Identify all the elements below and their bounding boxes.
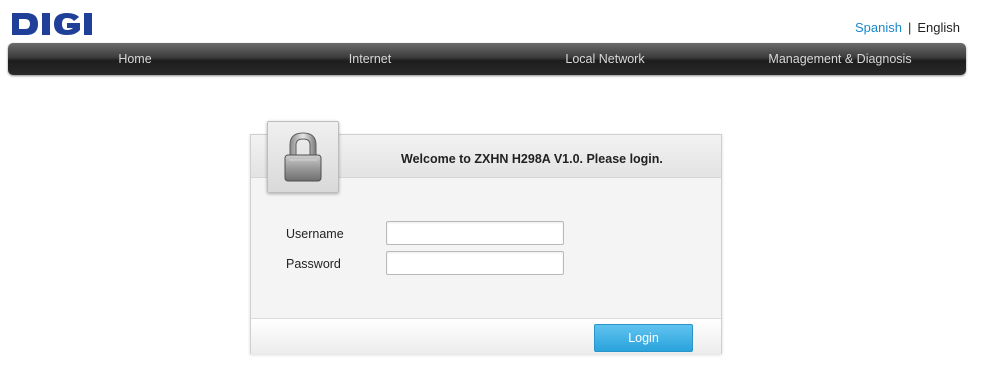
nav-item-local-network[interactable]: Local Network [565,43,644,75]
username-input[interactable] [386,221,564,245]
login-panel-footer: Login [251,318,721,354]
digi-logo [12,13,92,35]
nav-item-home[interactable]: Home [118,43,151,75]
login-title: Welcome to ZXHN H298A V1.0. Please login… [401,152,663,166]
main-nav-bar: Home Internet Local Network Management &… [8,43,966,75]
login-button[interactable]: Login [594,324,693,352]
language-switch: Spanish | English [855,20,960,35]
language-spanish-link[interactable]: Spanish [855,20,902,35]
padlock-icon-box [267,121,339,193]
password-label: Password [286,257,341,271]
nav-item-internet[interactable]: Internet [349,43,391,75]
language-english-current[interactable]: English [917,20,960,35]
language-separator: | [907,20,912,35]
padlock-icon [284,132,322,182]
nav-item-management-diagnosis[interactable]: Management & Diagnosis [768,43,911,75]
password-input[interactable] [386,251,564,275]
username-label: Username [286,227,344,241]
